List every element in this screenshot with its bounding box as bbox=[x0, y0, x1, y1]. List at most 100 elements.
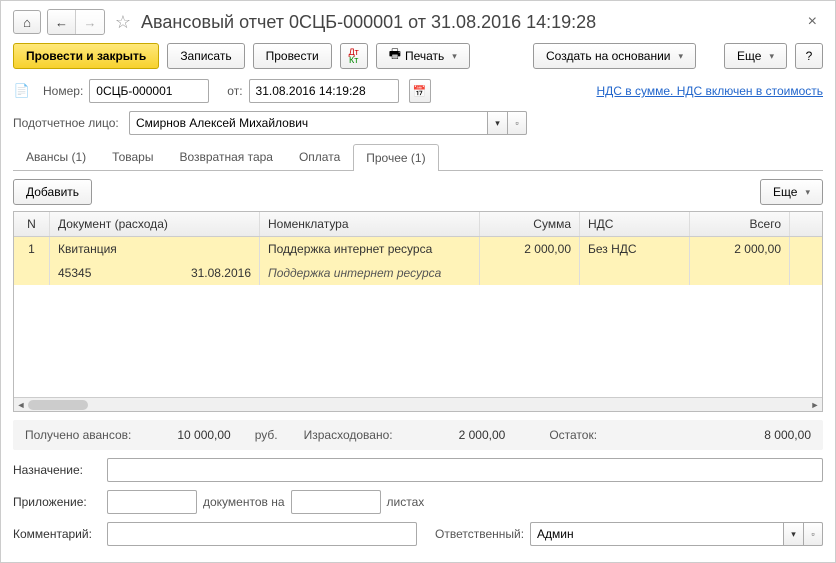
footer-form: Назначение: Приложение: документов на ли… bbox=[13, 458, 823, 554]
sub-num: 45345 bbox=[58, 266, 158, 280]
summary-bar: Получено авансов: 10 000,00 руб. Израсхо… bbox=[13, 420, 823, 450]
save-button[interactable]: Записать bbox=[167, 43, 244, 69]
favorite-button[interactable]: ☆ bbox=[111, 10, 135, 34]
cell-doc-sub: 45345 31.08.2016 bbox=[50, 261, 260, 285]
attachment-label: Приложение: bbox=[13, 495, 101, 509]
home-button[interactable]: ⌂ bbox=[13, 10, 41, 34]
spent-label: Израсходовано: bbox=[304, 428, 393, 442]
close-button[interactable]: × bbox=[802, 11, 823, 33]
received-value: 10 000,00 bbox=[177, 428, 230, 442]
scroll-right-icon[interactable]: ► bbox=[808, 398, 822, 412]
purpose-label: Назначение: bbox=[13, 463, 101, 477]
tab-other[interactable]: Прочее (1) bbox=[353, 144, 438, 171]
open-icon: ▫ bbox=[515, 118, 518, 128]
h-scrollbar[interactable]: ◄ ► bbox=[14, 397, 822, 411]
cell-sum: 2 000,00 bbox=[480, 237, 580, 261]
calendar-button[interactable]: 📅 bbox=[409, 79, 431, 103]
cell-doc: Квитанция bbox=[50, 237, 260, 261]
cell-nom-sub: Поддержка интернет ресурса bbox=[260, 261, 480, 285]
person-dropdown-button[interactable]: ▾ bbox=[487, 111, 507, 135]
col-doc[interactable]: Документ (расхода) bbox=[50, 212, 260, 236]
responsible-dropdown-button[interactable]: ▾ bbox=[783, 522, 803, 546]
help-icon: ? bbox=[806, 49, 813, 63]
chevron-down-icon: ▾ bbox=[495, 118, 500, 129]
grid-header: N Документ (расхода) Номенклатура Сумма … bbox=[14, 212, 822, 237]
col-sum[interactable]: Сумма bbox=[480, 212, 580, 236]
cell-total: 2 000,00 bbox=[690, 237, 790, 261]
person-input[interactable] bbox=[129, 111, 487, 135]
spent-value: 2 000,00 bbox=[459, 428, 506, 442]
col-n[interactable]: N bbox=[14, 212, 50, 236]
comment-label: Комментарий: bbox=[13, 527, 101, 541]
chevron-down-icon: ▾ bbox=[791, 529, 796, 540]
rest-value: 8 000,00 bbox=[764, 428, 811, 442]
create-based-label: Создать на основании bbox=[546, 49, 671, 63]
main-toolbar: Провести и закрыть Записать Провести ДтК… bbox=[13, 43, 823, 69]
print-label: Печать bbox=[405, 49, 444, 63]
scroll-thumb[interactable] bbox=[28, 400, 88, 410]
sheets-label: листах bbox=[387, 495, 425, 509]
add-button[interactable]: Добавить bbox=[13, 179, 92, 205]
docs-on-label: документов на bbox=[203, 495, 285, 509]
tab-advances[interactable]: Авансы (1) bbox=[13, 143, 99, 170]
responsible-open-button[interactable]: ▫ bbox=[803, 522, 823, 546]
sheets-count-input[interactable] bbox=[291, 490, 381, 514]
post-button[interactable]: Провести bbox=[253, 43, 332, 69]
calendar-icon: 📅 bbox=[413, 85, 427, 98]
more-label: Еще bbox=[737, 49, 761, 63]
back-button[interactable]: ← bbox=[48, 10, 76, 34]
date-input[interactable] bbox=[249, 79, 399, 103]
tabs: Авансы (1) Товары Возвратная тара Оплата… bbox=[13, 143, 823, 171]
responsible-input[interactable] bbox=[530, 522, 783, 546]
forward-button: → bbox=[76, 10, 104, 34]
col-total[interactable]: Всего bbox=[690, 212, 790, 236]
help-button[interactable]: ? bbox=[795, 43, 823, 69]
header-row-2: Подотчетное лицо: ▾ ▫ bbox=[13, 111, 823, 135]
sub-date: 31.08.2016 bbox=[158, 266, 251, 280]
dt-kt-button[interactable]: ДтКт bbox=[340, 43, 368, 69]
home-icon: ⌂ bbox=[23, 15, 31, 30]
post-close-button[interactable]: Провести и закрыть bbox=[13, 43, 159, 69]
more-button[interactable]: Еще bbox=[724, 43, 787, 69]
grid-more-label: Еще bbox=[773, 185, 797, 199]
tab-returnable[interactable]: Возвратная тара bbox=[166, 143, 286, 170]
number-label: Номер: bbox=[43, 84, 83, 98]
person-label: Подотчетное лицо: bbox=[13, 116, 123, 130]
table-row-sub[interactable]: 45345 31.08.2016 Поддержка интернет ресу… bbox=[14, 261, 822, 285]
cell-nds: Без НДС bbox=[580, 237, 690, 261]
close-icon: × bbox=[808, 13, 817, 30]
note-icon[interactable]: 📄 bbox=[13, 82, 31, 100]
purpose-input[interactable] bbox=[107, 458, 823, 482]
grid-more-button[interactable]: Еще bbox=[760, 179, 823, 205]
col-nom[interactable]: Номенклатура bbox=[260, 212, 480, 236]
open-icon: ▫ bbox=[811, 529, 814, 539]
tab-goods[interactable]: Товары bbox=[99, 143, 166, 170]
attachment-count-input[interactable] bbox=[107, 490, 197, 514]
vat-link[interactable]: НДС в сумме. НДС включен в стоимость bbox=[596, 84, 823, 98]
person-combo: ▾ ▫ bbox=[129, 111, 527, 135]
print-button[interactable]: 🖶 Печать bbox=[376, 43, 470, 69]
nav-group: ← → bbox=[47, 9, 105, 35]
date-label: от: bbox=[227, 84, 242, 98]
table-row[interactable]: 1 Квитанция Поддержка интернет ресурса 2… bbox=[14, 237, 822, 261]
grid: N Документ (расхода) Номенклатура Сумма … bbox=[13, 211, 823, 412]
grid-body: 1 Квитанция Поддержка интернет ресурса 2… bbox=[14, 237, 822, 397]
titlebar: ⌂ ← → ☆ Авансовый отчет 0СЦБ-000001 от 3… bbox=[13, 9, 823, 35]
currency-label: руб. bbox=[255, 428, 278, 442]
scroll-left-icon[interactable]: ◄ bbox=[14, 398, 28, 412]
arrow-left-icon: ← bbox=[55, 15, 68, 30]
create-based-button[interactable]: Создать на основании bbox=[533, 43, 696, 69]
header-row-1: 📄 Номер: от: 📅 НДС в сумме. НДС включен … bbox=[13, 79, 823, 103]
responsible-label: Ответственный: bbox=[435, 527, 524, 541]
received-label: Получено авансов: bbox=[25, 428, 131, 442]
comment-input[interactable] bbox=[107, 522, 417, 546]
grid-toolbar: Добавить Еще bbox=[13, 179, 823, 205]
cell-nom: Поддержка интернет ресурса bbox=[260, 237, 480, 261]
person-open-button[interactable]: ▫ bbox=[507, 111, 527, 135]
star-icon: ☆ bbox=[115, 12, 131, 33]
dt-kt-icon: ДтКт bbox=[349, 48, 359, 64]
number-input[interactable] bbox=[89, 79, 209, 103]
cell-n: 1 bbox=[14, 237, 50, 261]
col-nds[interactable]: НДС bbox=[580, 212, 690, 236]
tab-payment[interactable]: Оплата bbox=[286, 143, 353, 170]
